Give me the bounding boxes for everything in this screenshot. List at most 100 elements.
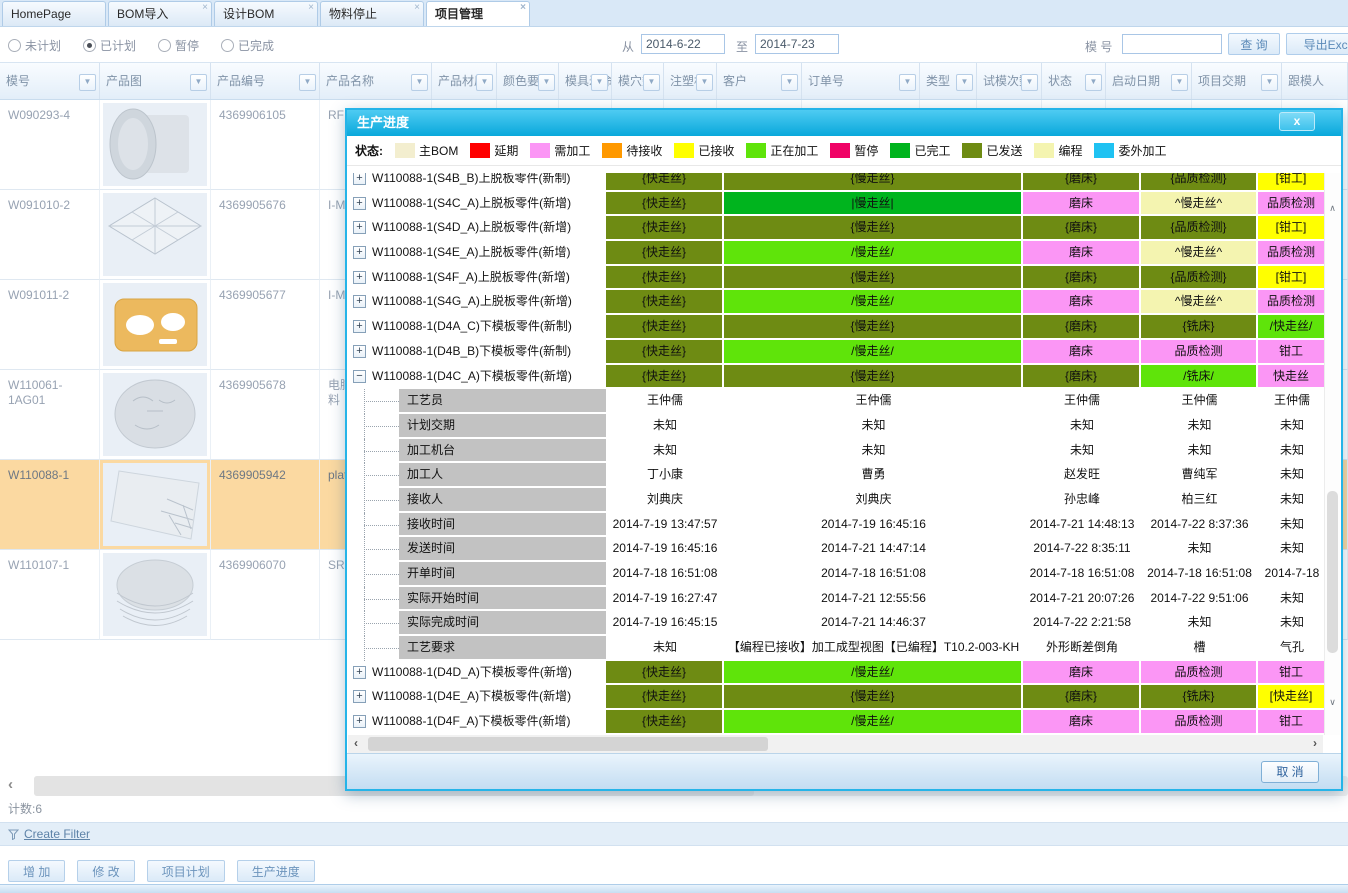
grid-horizontal-scrollbar[interactable]: ‹ › [348, 735, 1323, 753]
column-header[interactable]: 注塑机▼ [664, 63, 717, 99]
filter-dropdown-icon[interactable]: ▼ [696, 74, 713, 91]
expand-icon[interactable]: + [353, 173, 366, 185]
grid-row[interactable]: +W110088-1(S4F_A)上脱板零件(新增){快走丝}{慢走丝}{磨床}… [348, 266, 1324, 291]
column-header[interactable]: 类型▼ [920, 63, 977, 99]
scroll-left-icon[interactable]: ‹ [354, 736, 358, 750]
expand-icon[interactable]: + [353, 246, 366, 259]
column-header[interactable]: 模号▼ [0, 63, 100, 99]
export-excel-button[interactable]: 导出Exce [1286, 33, 1348, 55]
tree-stub [364, 549, 399, 550]
tab-bom-import[interactable]: BOM导入× [108, 1, 212, 26]
grid-row[interactable]: +W110088-1(S4B_B)上脱板零件(新制){快走丝}{慢走丝}{磨床}… [348, 173, 1324, 192]
grid-row[interactable]: +W110088-1(D4B_B)下模板零件(新制){快走丝}/慢走丝/磨床品质… [348, 340, 1324, 365]
radio-planned[interactable]: 已计划 [83, 37, 136, 54]
filter-dropdown-icon[interactable]: ▼ [956, 74, 973, 91]
expand-icon[interactable]: + [353, 320, 366, 333]
tab-design-bom[interactable]: 设计BOM× [214, 1, 318, 26]
column-header[interactable]: 跟模人 [1282, 63, 1348, 99]
grid-row[interactable]: −W110088-1(D4C_A)下模板零件(新增){快走丝}{慢走丝}{磨床}… [348, 365, 1324, 390]
radio-unplanned[interactable]: 未计划 [8, 37, 61, 54]
column-header[interactable]: 产品图▼ [100, 63, 211, 99]
grid-row[interactable]: +W110088-1(S4D_A)上脱板零件(新增){快走丝}{慢走丝}{磨床}… [348, 216, 1324, 241]
expand-icon[interactable]: + [353, 666, 366, 679]
column-header[interactable]: 状态▼ [1042, 63, 1106, 99]
column-header[interactable]: 启动日期▼ [1106, 63, 1192, 99]
grid-row[interactable]: +W110088-1(D4F_A)下模板零件(新增){快走丝}/慢走丝/磨床品质… [348, 710, 1324, 735]
radio-circle-icon[interactable] [158, 39, 171, 52]
grid-vertical-scrollbar[interactable]: ∧ ∨ [1324, 173, 1340, 735]
tab-close-icon[interactable]: × [414, 3, 420, 13]
mold-no-input[interactable] [1122, 34, 1222, 54]
detail-value: 未知 [606, 439, 724, 464]
grid-row[interactable]: +W110088-1(D4E_A)下模板零件(新增){快走丝}{慢走丝}{磨床}… [348, 685, 1324, 710]
column-header[interactable]: 模穴数▼ [612, 63, 664, 99]
action-button-2[interactable]: 项目计划 [147, 860, 225, 882]
column-header[interactable]: 试模次数▼ [977, 63, 1042, 99]
filter-dropdown-icon[interactable]: ▼ [476, 74, 493, 91]
grid-row[interactable]: +W110088-1(S4G_A)上脱板零件(新增){快走丝}/慢走丝/磨床^慢… [348, 290, 1324, 315]
filter-dropdown-icon[interactable]: ▼ [643, 74, 660, 91]
process-cell: /慢走丝/ [724, 241, 1023, 266]
scroll-down-icon[interactable]: ∨ [1325, 697, 1340, 708]
collapse-icon[interactable]: − [353, 370, 366, 383]
cancel-button[interactable]: 取 消 [1261, 761, 1319, 783]
filter-dropdown-icon[interactable]: ▼ [1171, 74, 1188, 91]
filter-dropdown-icon[interactable]: ▼ [538, 74, 555, 91]
radio-circle-icon[interactable] [83, 39, 96, 52]
filter-dropdown-icon[interactable]: ▼ [411, 74, 428, 91]
filter-dropdown-icon[interactable]: ▼ [1261, 74, 1278, 91]
tab-close-icon[interactable]: × [308, 3, 314, 13]
radio-circle-icon[interactable] [221, 39, 234, 52]
tab-material-stop[interactable]: 物料停止× [320, 1, 424, 26]
column-header[interactable]: 项目交期▼ [1192, 63, 1282, 99]
grid-hscroll-thumb[interactable] [368, 737, 768, 751]
column-header[interactable]: 模具寿命▼ [559, 63, 612, 99]
legend-item-label: 委外加工 [1118, 142, 1166, 159]
expand-icon[interactable]: + [353, 295, 366, 308]
grid-row[interactable]: +W110088-1(S4E_A)上脱板零件(新增){快走丝}/慢走丝/磨床^慢… [348, 241, 1324, 266]
scroll-left-icon[interactable]: ‹ [8, 776, 13, 793]
column-header[interactable]: 颜色要求▼ [497, 63, 559, 99]
scroll-right-icon[interactable]: › [1313, 736, 1317, 750]
action-button-0[interactable]: 增 加 [8, 860, 65, 882]
column-header[interactable]: 产品名称▼ [320, 63, 432, 99]
process-cell: {快走丝} [606, 266, 724, 291]
action-button-1[interactable]: 修 改 [77, 860, 134, 882]
expand-icon[interactable]: + [353, 271, 366, 284]
expand-icon[interactable]: + [353, 345, 366, 358]
expand-icon[interactable]: + [353, 221, 366, 234]
column-header[interactable]: 客户▼ [717, 63, 802, 99]
column-header[interactable]: 产品材质▼ [432, 63, 497, 99]
filter-dropdown-icon[interactable]: ▼ [591, 74, 608, 91]
filter-dropdown-icon[interactable]: ▼ [79, 74, 96, 91]
close-icon[interactable]: x [1279, 112, 1315, 131]
create-filter-link[interactable]: Create Filter [24, 827, 90, 841]
filter-dropdown-icon[interactable]: ▼ [1085, 74, 1102, 91]
expand-icon[interactable]: + [353, 715, 366, 728]
column-header[interactable]: 产品编号▼ [211, 63, 320, 99]
search-button[interactable]: 查 询 [1228, 33, 1280, 55]
action-button-3[interactable]: 生产进度 [237, 860, 315, 882]
tab-homepage[interactable]: HomePage [2, 1, 106, 26]
filter-dropdown-icon[interactable]: ▼ [899, 74, 916, 91]
filter-dropdown-icon[interactable]: ▼ [1021, 74, 1038, 91]
grid-row[interactable]: +W110088-1(S4C_A)上脱板零件(新增){快走丝}|慢走丝|磨床^慢… [348, 192, 1324, 217]
tab-close-icon[interactable]: × [520, 3, 526, 13]
expand-icon[interactable]: + [353, 197, 366, 210]
tab-close-icon[interactable]: × [202, 3, 208, 13]
date-to-input[interactable] [755, 34, 839, 54]
expand-icon[interactable]: + [353, 690, 366, 703]
tab-project-management[interactable]: 项目管理× [426, 1, 530, 26]
radio-circle-icon[interactable] [8, 39, 21, 52]
filter-dropdown-icon[interactable]: ▼ [190, 74, 207, 91]
date-from-input[interactable] [641, 34, 725, 54]
scroll-up-icon[interactable]: ∧ [1325, 203, 1340, 214]
grid-vscroll-thumb[interactable] [1327, 491, 1338, 653]
radio-completed[interactable]: 已完成 [221, 37, 274, 54]
grid-row[interactable]: +W110088-1(D4A_C)下模板零件(新制){快走丝}{慢走丝}{磨床}… [348, 315, 1324, 340]
filter-dropdown-icon[interactable]: ▼ [781, 74, 798, 91]
column-header[interactable]: 订单号▼ [802, 63, 920, 99]
radio-paused[interactable]: 暂停 [158, 37, 199, 54]
filter-dropdown-icon[interactable]: ▼ [299, 74, 316, 91]
grid-row[interactable]: +W110088-1(D4D_A)下模板零件(新增){快走丝}/慢走丝/磨床品质… [348, 661, 1324, 686]
